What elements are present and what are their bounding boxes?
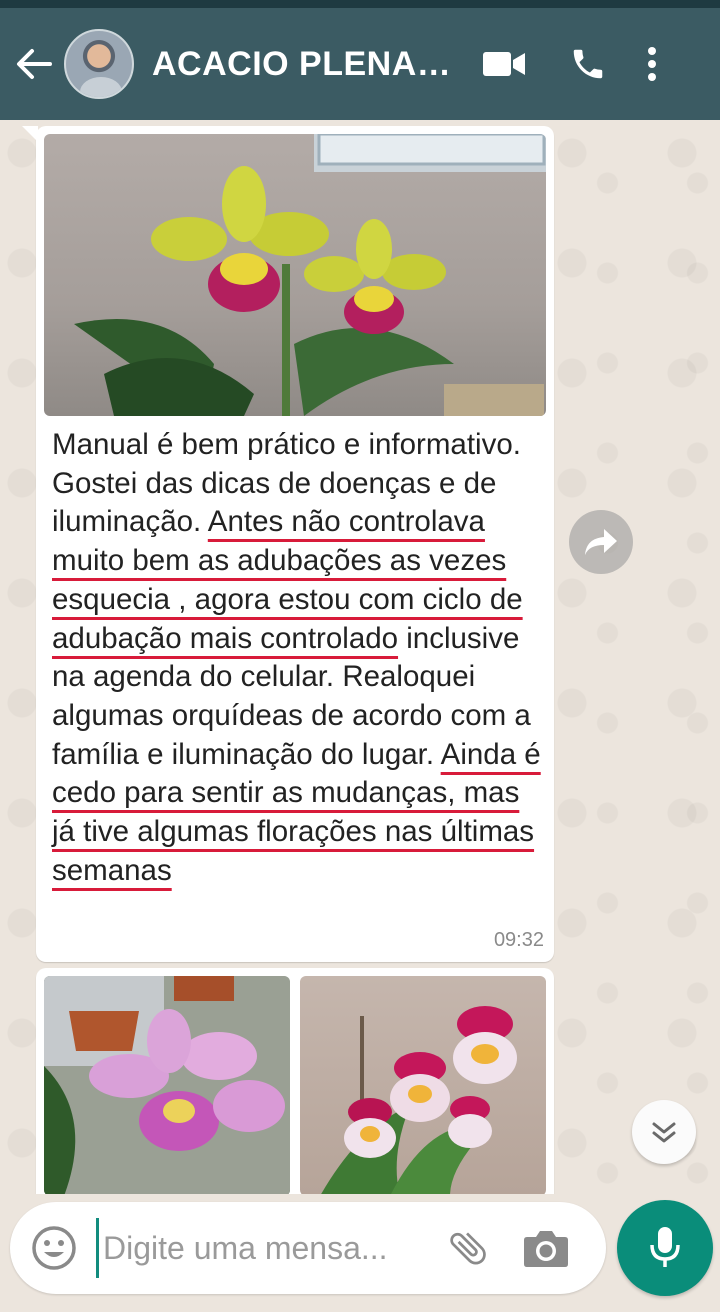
voice-message-button[interactable] [617, 1200, 713, 1296]
camera-button[interactable] [518, 1218, 574, 1278]
contact-avatar[interactable] [64, 29, 134, 99]
miltonia-orchid-photo-image [321, 1006, 517, 1194]
message-caption: Manual é bem prático e informativo. Gost… [52, 426, 548, 890]
bubble-tail [22, 126, 38, 142]
status-bar [0, 0, 720, 8]
microphone-icon [650, 1227, 680, 1267]
camera-icon [524, 1231, 568, 1267]
smiley-icon [32, 1226, 76, 1270]
chat-messages[interactable]: Manual é bem prático e informativo. Gost… [0, 120, 720, 1194]
double-chevron-down-icon [652, 1122, 676, 1143]
pink-orchid-photo-image [44, 976, 290, 1194]
message-timestamp: 09:32 [493, 929, 544, 951]
back-button[interactable] [6, 24, 62, 104]
arrow-left-icon [17, 49, 52, 79]
message-bubble[interactable]: Manual é bem prático e informativo. Gost… [22, 126, 554, 962]
forward-arrow-icon [585, 529, 617, 555]
grid-photo[interactable] [300, 976, 546, 1194]
attach-button[interactable] [440, 1218, 496, 1278]
message-composer [10, 1202, 606, 1294]
forward-button[interactable] [569, 510, 633, 574]
message-bubble[interactable] [36, 968, 554, 1194]
contact-name[interactable]: ACACIO PLENAS... [152, 45, 462, 84]
paperclip-icon [450, 1232, 486, 1265]
message-input[interactable] [96, 1218, 436, 1278]
phone-icon [573, 49, 603, 79]
video-call-button[interactable] [474, 24, 534, 104]
scroll-down-button[interactable] [632, 1100, 696, 1164]
chat-header: ACACIO PLENAS... [0, 8, 720, 120]
emoji-button[interactable] [28, 1222, 80, 1274]
voice-call-button[interactable] [558, 24, 618, 104]
message-photo[interactable] [44, 134, 546, 416]
video-camera-icon [483, 52, 525, 76]
orchid-photo-image [74, 134, 546, 416]
overflow-menu-button[interactable] [632, 24, 672, 104]
more-vertical-icon [648, 47, 656, 81]
grid-photo[interactable] [44, 976, 290, 1194]
